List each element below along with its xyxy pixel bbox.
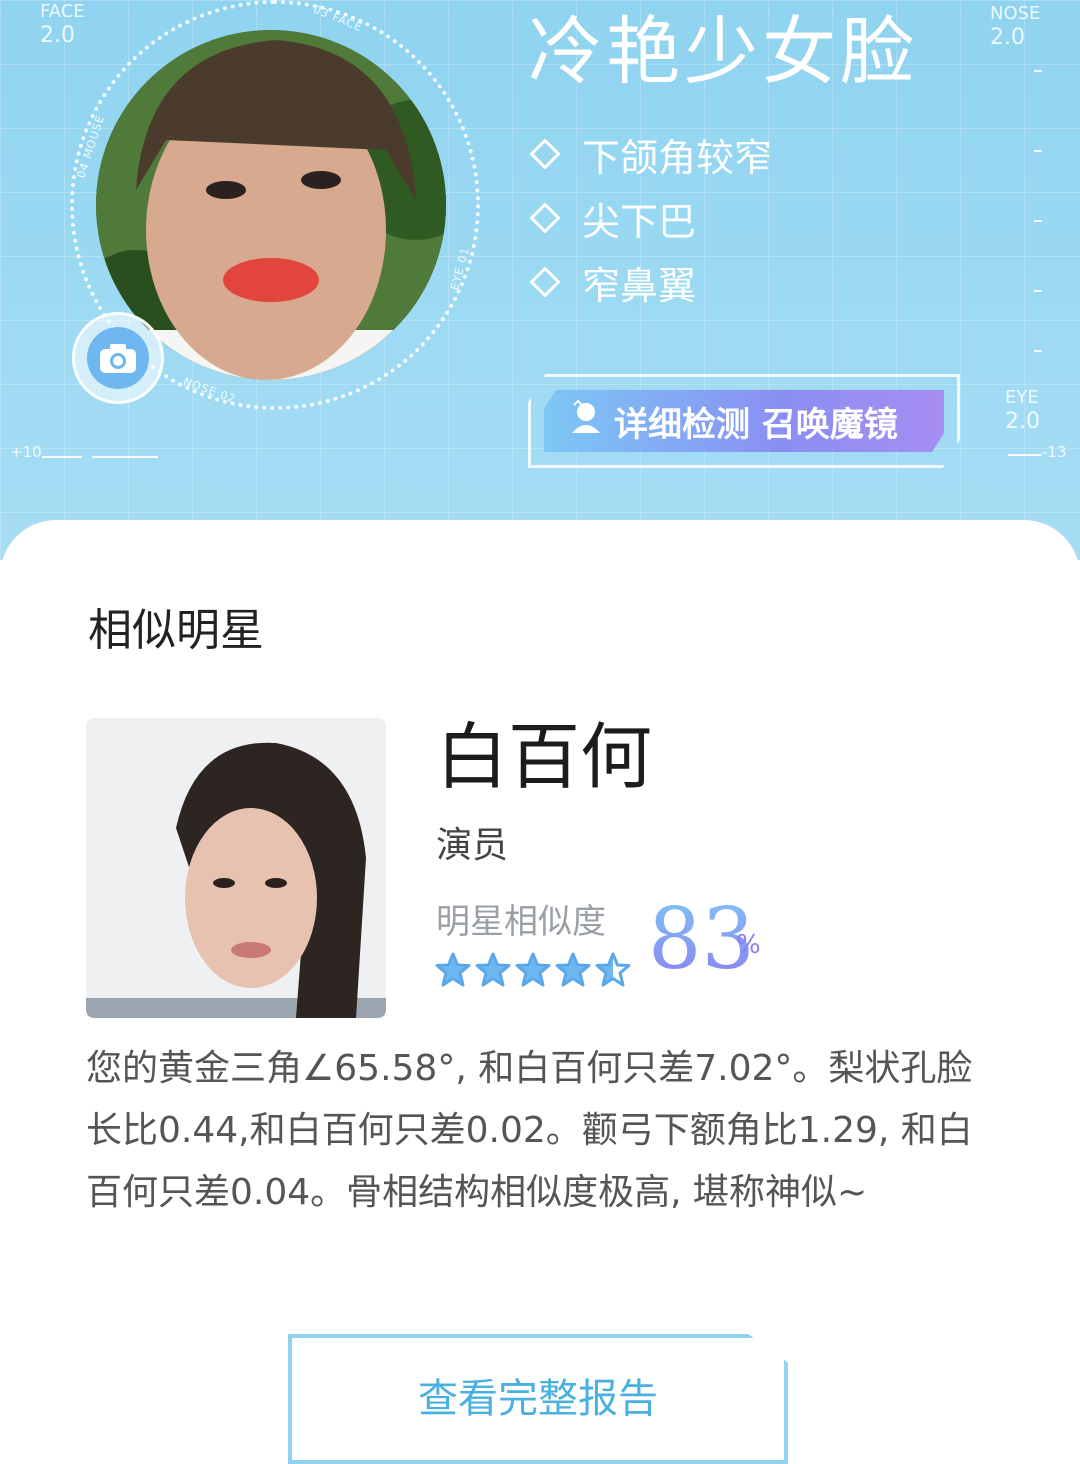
feature-list: 下颌角较窄 尖下巴 窄鼻翼: [528, 122, 772, 314]
similarity-star-rating: [434, 952, 632, 988]
corner-label-nose-title: NOSE: [990, 3, 1041, 24]
scale-label-left: +10: [10, 443, 42, 461]
right-ruler-tick: [1034, 290, 1042, 292]
feature-label: 窄鼻翼: [582, 263, 697, 308]
celebrity-name: 白百何: [436, 715, 653, 799]
similar-star-card: 相似明星 白百何 演员 明星相似度 83 % 您的黄金三角∠65.58°, 和白…: [0, 520, 1080, 1464]
celebrity-role: 演员: [436, 825, 509, 866]
similarity-description: 您的黄金三角∠65.58°, 和白百何只差7.02°。梨状孔脸长比0.44,和白…: [86, 1048, 973, 1213]
diamond-bullet-icon: [529, 138, 561, 170]
view-full-report-label: 查看完整报告: [418, 1376, 658, 1422]
hero-panel: FACE 2.0 NOSE 2.0 EYE 2.0 +10 -13 03 FAC…: [0, 0, 1080, 560]
detailed-detection-button[interactable]: 详细检测 召唤魔镜: [528, 374, 960, 468]
similarity-label: 明星相似度: [436, 902, 606, 942]
diamond-bullet-icon: [529, 266, 561, 298]
corner-label-eye-value: 2.0: [1005, 409, 1040, 434]
corner-label-face-value: 2.0: [40, 23, 75, 48]
corner-label-nose-value: 2.0: [990, 25, 1025, 50]
scale-tick-left-2: [92, 456, 158, 458]
star-icon: [555, 952, 591, 987]
detailed-detection-label: 详细检测 召唤魔镜: [614, 404, 898, 445]
celebrity-photo[interactable]: [86, 718, 386, 1018]
right-ruler-tick: [1034, 350, 1042, 352]
feature-item: 下颌角较窄: [528, 122, 772, 186]
similarity-percent-unit: %: [736, 930, 761, 960]
right-ruler-tick: [1034, 70, 1042, 72]
corner-label-eye: EYE 2.0: [1005, 386, 1040, 434]
star-icon: [515, 952, 551, 987]
diamond-bullet-icon: [529, 202, 561, 234]
button-body: 详细检测 召唤魔镜: [544, 390, 944, 452]
corner-label-face: FACE 2.0: [40, 0, 85, 48]
corner-label-eye-title: EYE: [1005, 387, 1039, 408]
scale-label-right: -13: [1042, 443, 1067, 461]
scale-tick-left: [42, 456, 82, 458]
right-ruler-tick: [1034, 150, 1042, 152]
feature-item: 尖下巴: [528, 186, 772, 250]
feature-label: 下颌角较窄: [582, 135, 773, 180]
feature-label: 尖下巴: [582, 199, 697, 244]
scale-tick-right: [1008, 454, 1042, 456]
view-full-report-button[interactable]: 查看完整报告: [288, 1334, 788, 1464]
right-ruler-tick: [1034, 220, 1042, 222]
corner-label-face-title: FACE: [40, 1, 85, 22]
camera-button[interactable]: [72, 312, 164, 404]
camera-icon: [87, 327, 149, 389]
corner-label-nose: NOSE 2.0: [990, 2, 1040, 50]
feature-item: 窄鼻翼: [528, 250, 772, 314]
face-type-title: 冷艳少女脸: [528, 9, 918, 95]
star-icon: [475, 952, 511, 987]
star-icon: [435, 952, 471, 987]
magic-mirror-icon: [568, 399, 604, 444]
star-icon: [595, 952, 631, 987]
section-title: 相似明星: [88, 605, 264, 656]
